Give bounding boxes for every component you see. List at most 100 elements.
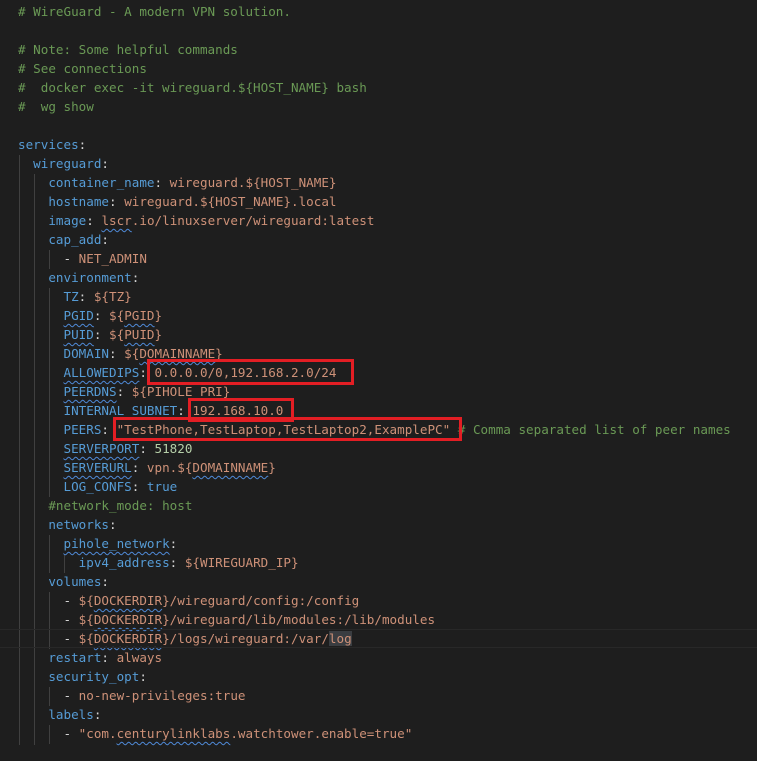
code-token: LOG_CONFS	[63, 479, 132, 494]
code-line[interactable]: hostname: wireguard.${HOST_NAME}.local	[18, 192, 337, 211]
code-token: ${	[78, 593, 94, 608]
code-line[interactable]: PGID: ${PGID}	[18, 306, 163, 325]
code-line[interactable]: # wg show	[18, 97, 94, 116]
code-line[interactable]: ipv4_address: ${WIREGUARD_IP}	[18, 553, 299, 572]
code-token: }	[154, 308, 163, 323]
code-line[interactable]: volumes:	[18, 572, 109, 591]
code-token: PUID	[124, 327, 155, 342]
code-token: 51820	[154, 441, 193, 456]
code-line[interactable]: - "com.centurylinklabs.watchtower.enable…	[18, 724, 412, 743]
code-line[interactable]: # See connections	[18, 59, 147, 78]
code-line[interactable]: pihole_network:	[18, 534, 178, 553]
code-token: wireguard.${HOST_NAME}.local	[124, 194, 337, 209]
code-token: PGID	[63, 308, 94, 323]
code-token: PEERS	[63, 422, 102, 437]
code-token: :	[139, 441, 155, 456]
code-token: labels	[48, 707, 94, 722]
code-editor[interactable]: # WireGuard - A modern VPN solution. # No…	[0, 0, 757, 761]
code-token: :	[101, 574, 110, 589]
code-token: ipv4_address	[78, 555, 170, 570]
highlight-box-peers	[113, 417, 462, 441]
code-token: cap_add	[48, 232, 102, 247]
code-token: networks	[48, 517, 110, 532]
code-line[interactable]: image: lscr.io/linuxserver/wireguard:lat…	[18, 211, 374, 230]
code-token: centurylinklabs	[116, 726, 231, 741]
code-line[interactable]: - NET_ADMIN	[18, 249, 147, 268]
code-line[interactable]: LOG_CONFS: true	[18, 477, 178, 496]
code-token: # Note: Some helpful commands	[18, 42, 238, 57]
code-line[interactable]: restart: always	[18, 648, 162, 667]
code-line[interactable]: wireguard:	[18, 154, 109, 173]
code-token: log	[328, 631, 352, 646]
code-token: # WireGuard - A modern VPN solution.	[18, 4, 291, 19]
code-token: ${	[78, 631, 94, 646]
code-line[interactable]: - ${DOCKERDIR}/logs/wireguard:/var/log	[0, 629, 757, 648]
code-token: -	[18, 631, 79, 646]
code-line[interactable]: - ${DOCKERDIR}/wireguard/config:/config	[18, 591, 359, 610]
code-token: :	[93, 327, 110, 342]
code-token: .watchtower.enable=true"	[230, 726, 413, 741]
code-token: -	[18, 612, 79, 627]
code-token: :	[101, 232, 110, 247]
code-token: true	[146, 479, 178, 494]
code-line[interactable]: # Note: Some helpful commands	[18, 40, 238, 59]
code-token: ${	[109, 308, 125, 323]
code-token: :	[169, 555, 185, 570]
code-token: :	[131, 460, 147, 475]
code-line[interactable]: # docker exec -it wireguard.${HOST_NAME}…	[18, 78, 367, 97]
code-token: DOCKERDIR	[93, 631, 163, 646]
code-token: PUID	[63, 327, 94, 342]
code-token: DOCKERDIR	[93, 593, 163, 608]
code-token: image	[48, 213, 87, 228]
highlight-box-allowedips	[147, 359, 354, 385]
code-token: :	[154, 175, 170, 190]
code-token: ${	[124, 346, 140, 361]
code-token: # wg show	[18, 99, 94, 114]
code-line[interactable]: services:	[18, 135, 86, 154]
code-token: ${	[78, 612, 94, 627]
code-token: :	[78, 289, 94, 304]
code-token: :	[101, 650, 117, 665]
code-token: :	[139, 669, 147, 684]
code-token: :	[101, 156, 110, 171]
code-token: lscr	[101, 213, 132, 228]
code-token: ${WIREGUARD_IP}	[184, 555, 299, 570]
code-line[interactable]: labels:	[18, 705, 101, 724]
code-line[interactable]: cap_add:	[18, 230, 109, 249]
code-line[interactable]: #network_mode: host	[18, 496, 192, 515]
code-line[interactable]: environment:	[18, 268, 139, 287]
code-token: always	[116, 650, 163, 665]
code-line[interactable]: PUID: ${PUID}	[18, 325, 163, 344]
code-line[interactable]: SERVERPORT: 51820	[18, 439, 193, 458]
code-line[interactable]: - no-new-privileges:true	[18, 686, 245, 705]
code-token: }	[268, 460, 276, 475]
code-line[interactable]: networks:	[18, 515, 116, 534]
code-line[interactable]: SERVERURL: vpn.${DOMAINNAME}	[18, 458, 276, 477]
code-token: NET_ADMIN	[78, 251, 147, 266]
code-token: environment	[48, 270, 132, 285]
code-token: :	[78, 137, 87, 152]
code-line[interactable]: container_name: wireguard.${HOST_NAME}	[18, 173, 336, 192]
code-line[interactable]: security_opt:	[18, 667, 147, 686]
code-line[interactable]: TZ: ${TZ}	[18, 287, 132, 306]
code-token: SERVERURL	[63, 460, 132, 475]
code-line[interactable]: - ${DOCKERDIR}/wireguard/lib/modules:/li…	[18, 610, 435, 629]
code-line[interactable]: # WireGuard - A modern VPN solution.	[18, 2, 291, 21]
code-token: :	[131, 479, 147, 494]
code-token: container_name	[48, 175, 155, 190]
code-token: :	[131, 270, 140, 285]
